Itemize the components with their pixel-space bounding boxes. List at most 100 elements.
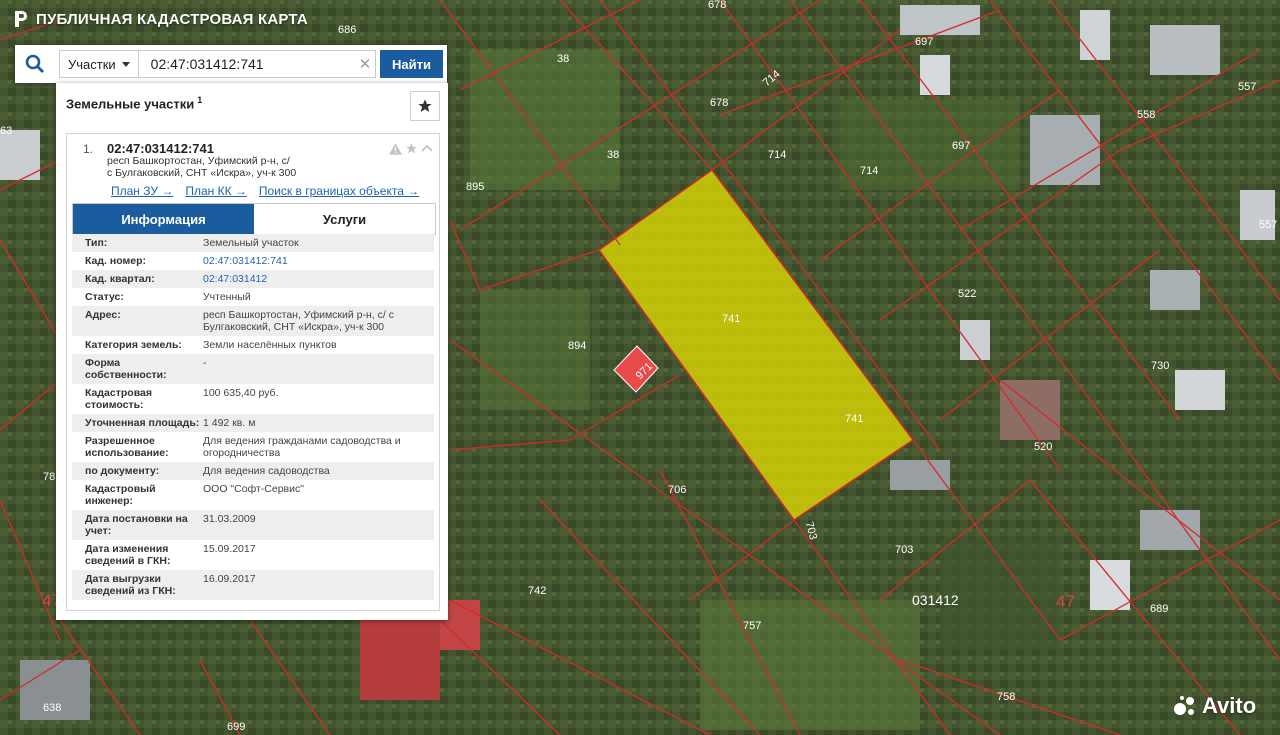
attr-value: 16.09.2017 [203, 573, 256, 585]
attr-value: Земельный участок [203, 237, 299, 249]
label-78: 78 [43, 471, 55, 483]
watermark-text: Avito [1202, 693, 1257, 718]
label-557-a: 557 [1238, 81, 1256, 93]
search-button[interactable] [15, 45, 55, 83]
search-icon [25, 54, 44, 73]
attr-value: ООО "Софт-Сервис" [203, 483, 304, 495]
search-in-bounds-link[interactable]: Поиск в границах объекта → [259, 184, 419, 198]
attr-key: Форма собственности: [85, 357, 167, 381]
attr-key: Дата изменения сведений в ГКН: [85, 543, 171, 567]
attr-key: Статус: [85, 291, 124, 303]
attr-value: 31.03.2009 [203, 513, 256, 525]
label-678-top: 678 [708, 0, 726, 11]
attr-row-ownership: Форма собственности: - [72, 354, 434, 384]
chevron-up-icon[interactable] [421, 143, 433, 155]
result-number: 1. [83, 142, 94, 156]
attr-value: Для ведения гражданами садоводства и ого… [203, 435, 401, 459]
app-header: ПУБЛИЧНАЯ КАДАСТРОВАЯ КАРТА [14, 10, 308, 28]
label-558: 558 [1137, 109, 1155, 121]
attr-row-permitted-use: Разрешенное использование: Для ведения гр… [72, 432, 434, 462]
label-520: 520 [1034, 441, 1052, 453]
label-741-b: 741 [845, 413, 863, 425]
attr-key: Уточненная площадь: [85, 417, 200, 429]
object-type-select[interactable]: Участки [59, 50, 139, 78]
label-689: 689 [1150, 603, 1168, 615]
search-bar: Участки ✕ Найти [15, 45, 447, 83]
plan-kk-link[interactable]: План КК → [185, 184, 247, 198]
attr-row-registered-date: Дата постановки на учет: 31.03.2009 [72, 510, 434, 540]
cad-quarter-link[interactable]: 02:47:031412 [203, 273, 434, 285]
object-type-label: Участки [68, 56, 116, 72]
panel-title-text: Земельные участки [66, 96, 195, 112]
avito-watermark: Avito [1172, 693, 1256, 719]
logo-icon [15, 11, 27, 27]
panel-header: Земельные участки 1 [56, 83, 448, 127]
label-706: 706 [668, 484, 686, 496]
attr-key: Кадастровый инженер: [85, 483, 156, 507]
label-557-b: 557 [1259, 219, 1277, 231]
address-line-2: с Булгаковский, СНТ «Искра», уч-к 300 [107, 167, 297, 179]
attr-row-cad-value: Кадастровая стоимость: 100 635,40 руб. [72, 384, 434, 414]
results-panel: Земельные участки 1 1. 02:47:031412:741 р… [56, 83, 448, 620]
search-input-wrap: ✕ [138, 50, 377, 78]
app-title: ПУБЛИЧНАЯ КАДАСТРОВАЯ КАРТА [36, 10, 308, 28]
search-input[interactable] [148, 55, 356, 73]
cad-number-link[interactable]: 02:47:031412:741 [203, 255, 434, 267]
attr-key: Тип: [85, 237, 108, 249]
results-count: 1 [197, 95, 203, 105]
label-894: 894 [568, 340, 586, 352]
label-895: 895 [466, 181, 484, 193]
label-522: 522 [958, 288, 976, 300]
plan-zu-link[interactable]: План ЗУ → [111, 184, 173, 198]
attr-value: Учтенный [203, 291, 251, 303]
find-button[interactable]: Найти [380, 50, 443, 78]
attr-row-engineer: Кадастровый инженер: ООО "Софт-Сервис" [72, 480, 434, 510]
label-63: 63 [0, 125, 12, 137]
attr-value: 15.09.2017 [203, 543, 256, 555]
label-678: 678 [710, 97, 728, 109]
attr-row-area: Уточненная площадь: 1 492 кв. м [72, 414, 434, 432]
info-tabs: Информация Услуги [72, 203, 436, 235]
tab-information[interactable]: Информация [73, 204, 254, 234]
clear-icon[interactable]: ✕ [355, 55, 375, 73]
label-699: 699 [227, 721, 245, 733]
attr-row-status: Статус: Учтенный [72, 288, 434, 306]
attr-value: Земли населённых пунктов [203, 339, 337, 351]
result-address: респ Башкортостан, Уфимский р-н, с/ с Бу… [107, 155, 327, 179]
panel-title: Земельные участки 1 [66, 95, 202, 111]
attr-value: 100 635,40 руб. [203, 387, 279, 399]
star-icon [418, 99, 432, 112]
label-38-a: 38 [557, 53, 569, 65]
attr-key: по документу: [85, 465, 160, 477]
address-line-1: респ Башкортостан, Уфимский р-н, с/ [107, 155, 290, 167]
attr-key: Дата выгрузки сведений из ГКН: [85, 573, 176, 597]
label-758: 758 [997, 691, 1015, 703]
star-icon[interactable] [405, 142, 418, 155]
attr-key: Адрес: [85, 309, 121, 321]
favorite-button[interactable] [410, 91, 440, 121]
warning-icon[interactable] [389, 142, 402, 155]
label-686: 686 [338, 24, 356, 36]
label-quarter-031412: 031412 [912, 592, 959, 608]
result-links: План ЗУ → План КК → Поиск в границах объ… [111, 184, 419, 198]
attr-row-type: Тип: Земельный участок [72, 234, 434, 252]
attr-row-cad-quarter: Кад. квартал: 02:47:031412 [72, 270, 434, 288]
label-757: 757 [743, 620, 761, 632]
attr-value: - [203, 357, 207, 369]
result-card: 1. 02:47:031412:741 респ Башкортостан, У… [66, 133, 440, 611]
avito-logo-icon [1174, 696, 1194, 715]
label-district-47: 47 [1056, 592, 1075, 611]
result-cad-number: 02:47:031412:741 [107, 141, 214, 156]
result-actions [389, 142, 433, 155]
attr-key: Дата постановки на учет: [85, 513, 188, 537]
attr-value: респ Башкортостан, Уфимский р-н, с/ с Бу… [203, 309, 394, 333]
tab-services[interactable]: Услуги [254, 204, 435, 234]
attr-key: Категория земель: [85, 339, 182, 351]
attr-value: 1 492 кв. м [203, 417, 256, 429]
attr-value: Для ведения садоводства [203, 465, 330, 477]
attr-key: Кад. квартал: [85, 273, 155, 285]
attr-row-address: Адрес: респ Башкортостан, Уфимский р-н, с… [72, 306, 434, 336]
attr-row-cad-number: Кад. номер: 02:47:031412:741 [72, 252, 434, 270]
attr-row-export-date: Дата выгрузки сведений из ГКН: 16.09.2017 [72, 570, 434, 600]
attr-row-by-document: по документу: Для ведения садоводства [72, 462, 434, 480]
